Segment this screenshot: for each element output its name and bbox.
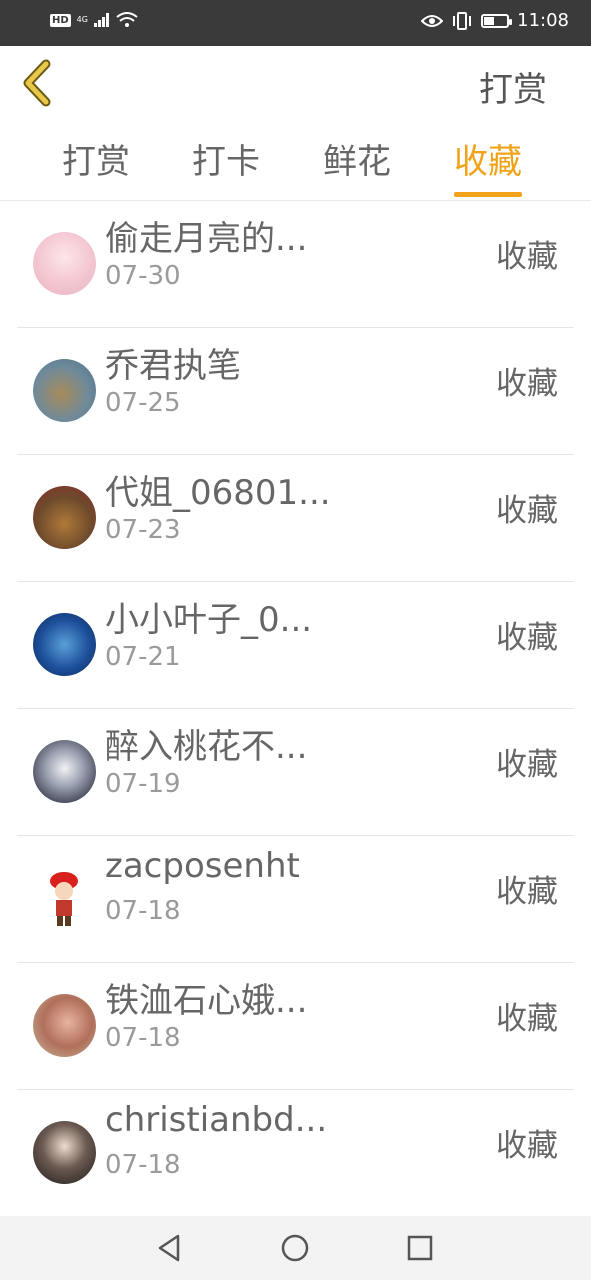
user-name: 铁洫石心娥... (105, 981, 308, 1021)
item-date: 07-18 (105, 1023, 181, 1053)
user-name: 乔君执笔 (105, 346, 241, 386)
list-item[interactable]: 小小叶子_0... 07-21 收藏 (17, 582, 574, 709)
tab-bar: 打赏 打卡 鲜花 收藏 (0, 124, 591, 201)
avatar[interactable] (33, 486, 96, 549)
back-arrow-icon (23, 59, 51, 107)
signal-icon (93, 13, 109, 27)
tab-flowers[interactable]: 鲜花 (323, 134, 391, 183)
tab-favorites[interactable]: 收藏 (454, 134, 522, 197)
item-type: 收藏 (496, 1001, 558, 1037)
item-type: 收藏 (496, 493, 558, 529)
user-name: 偷走月亮的... (105, 219, 308, 259)
tab-reward[interactable]: 打赏 (62, 134, 130, 183)
list-item[interactable]: 醉入桃花不... 07-19 收藏 (17, 709, 574, 836)
avatar[interactable] (33, 613, 96, 676)
item-date: 07-23 (105, 515, 181, 545)
item-date: 07-18 (105, 1150, 181, 1180)
nav-back-icon[interactable] (154, 1232, 186, 1264)
status-time: 11:08 (517, 10, 569, 31)
item-type: 收藏 (496, 1128, 558, 1164)
avatar-figure-icon (50, 872, 78, 926)
avatar[interactable] (33, 994, 96, 1057)
avatar[interactable] (33, 867, 96, 930)
status-right: 11:08 (421, 10, 569, 31)
user-name: 代姐_06801... (105, 473, 331, 513)
system-nav-bar (0, 1216, 591, 1280)
hd-badge: HD (50, 13, 71, 27)
list-item[interactable]: 代姐_06801... 07-23 收藏 (17, 455, 574, 582)
battery-fill (484, 16, 495, 25)
item-date: 07-18 (105, 896, 181, 926)
item-type: 收藏 (496, 366, 558, 402)
item-date: 07-30 (105, 261, 181, 291)
tab-label: 打卡 (192, 142, 260, 182)
item-type: 收藏 (496, 620, 558, 656)
nav-recents-icon[interactable] (404, 1232, 436, 1264)
avatar[interactable] (33, 232, 96, 295)
avatar[interactable] (33, 1121, 96, 1184)
user-name: 醉入桃花不... (105, 727, 308, 767)
user-name: 小小叶子_0... (105, 600, 313, 640)
header: 打赏 (0, 46, 591, 124)
network-type: 4G (76, 15, 88, 24)
wifi-icon (116, 12, 138, 27)
back-button[interactable] (18, 58, 62, 108)
list-item[interactable]: zacposenht 07-18 收藏 (17, 836, 574, 963)
list-item[interactable]: christianbd... 07-18 收藏 (17, 1090, 574, 1217)
user-name: christianbd... (105, 1100, 328, 1140)
item-date: 07-21 (105, 642, 181, 672)
nav-home-icon[interactable] (279, 1232, 311, 1264)
user-name: zacposenht (105, 846, 300, 886)
tab-label: 收藏 (454, 142, 522, 182)
list-item[interactable]: 偷走月亮的... 07-30 收藏 (17, 201, 574, 328)
vibrate-icon (453, 11, 472, 30)
list-item[interactable]: 乔君执笔 07-25 收藏 (17, 328, 574, 455)
tab-label: 鲜花 (323, 142, 391, 182)
item-type: 收藏 (496, 239, 558, 275)
tab-underline (454, 192, 522, 197)
eye-icon (421, 14, 444, 27)
tab-checkin[interactable]: 打卡 (192, 134, 260, 183)
item-type: 收藏 (496, 874, 558, 910)
page-title: 打赏 (479, 70, 547, 110)
favorites-list: 偷走月亮的... 07-30 收藏 乔君执笔 07-25 收藏 代姐_06801… (0, 201, 591, 1217)
list-item[interactable]: 铁洫石心娥... 07-18 收藏 (17, 963, 574, 1090)
tab-label: 打赏 (62, 142, 130, 182)
item-date: 07-25 (105, 388, 181, 418)
status-left: HD 4G (50, 12, 138, 28)
status-bar: HD 4G 11:08 (0, 0, 591, 46)
battery-icon (481, 13, 513, 28)
avatar[interactable] (33, 359, 96, 422)
item-type: 收藏 (496, 747, 558, 783)
item-date: 07-19 (105, 769, 181, 799)
avatar[interactable] (33, 740, 96, 803)
